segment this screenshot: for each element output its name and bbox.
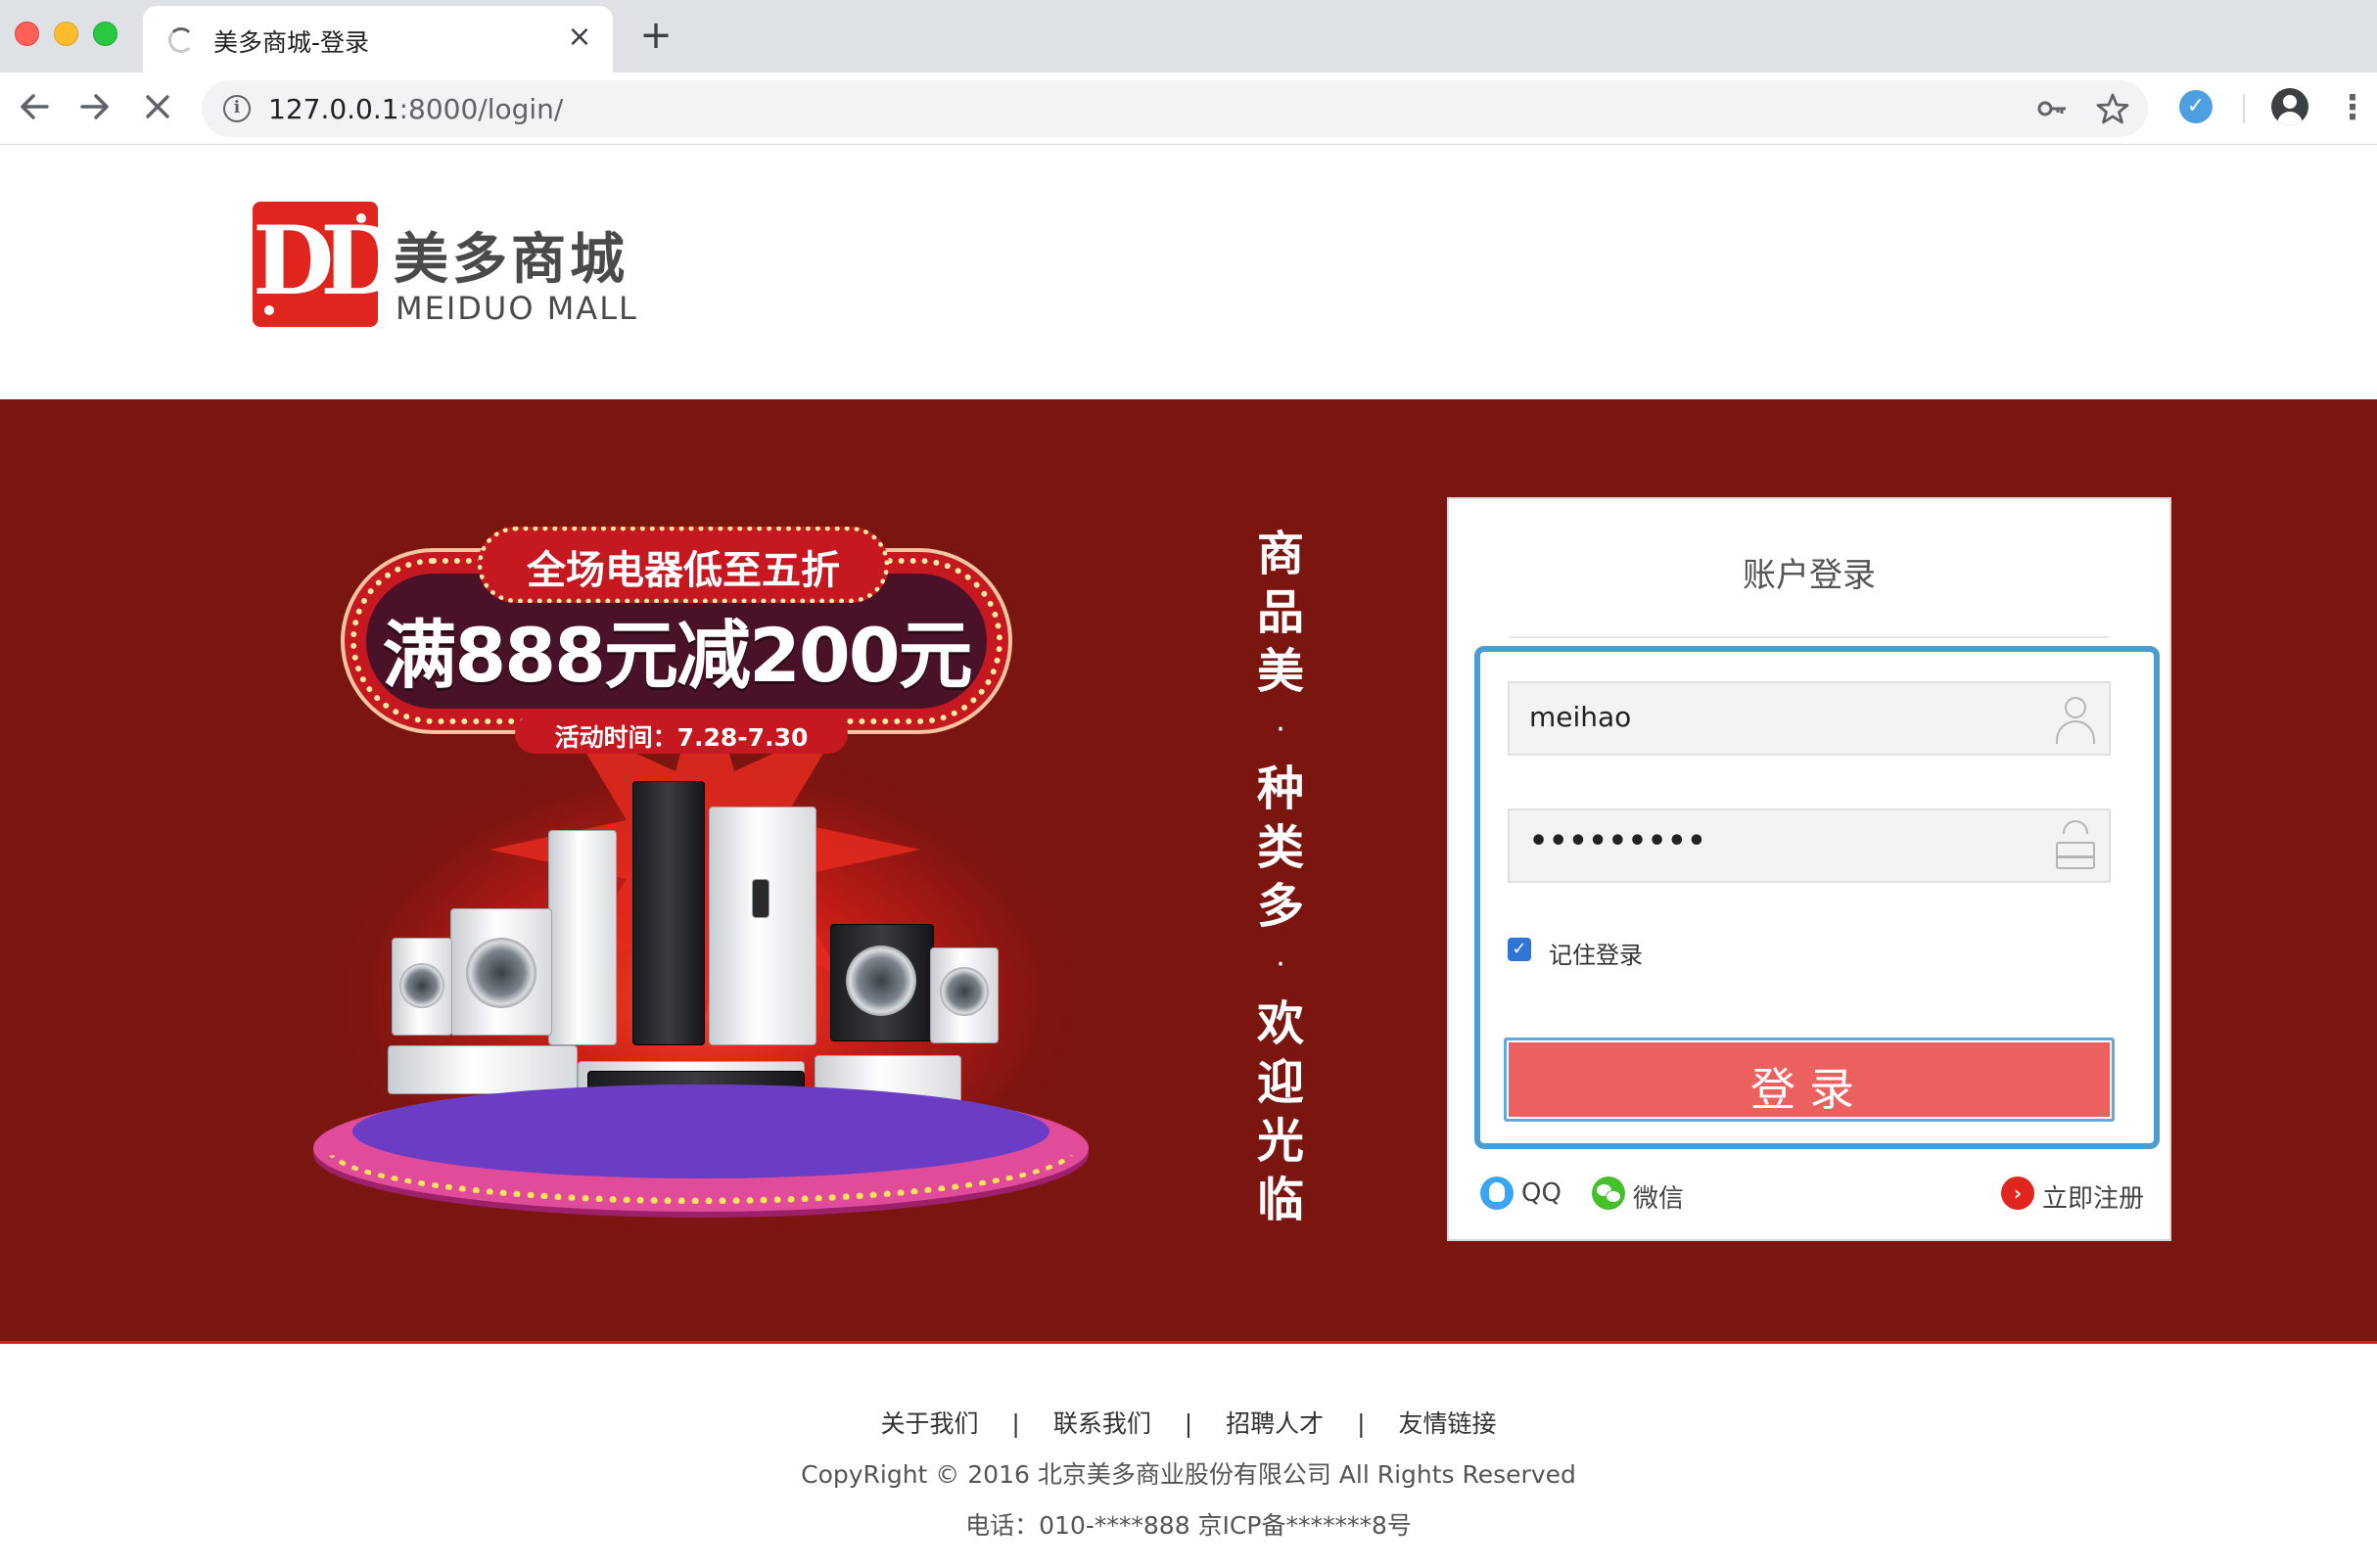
qq-icon: [1480, 1176, 1514, 1210]
slogan-char: 商: [1256, 527, 1304, 581]
slogan-char: 光: [1256, 1114, 1304, 1169]
new-tab-button[interactable]: +: [636, 16, 676, 55]
slogan-char: 类: [1256, 820, 1304, 875]
address-bar[interactable]: i 127.0.0.1:8000/login/: [202, 80, 2148, 137]
arrow-right-icon: [80, 94, 109, 119]
forward-button[interactable]: [70, 82, 119, 131]
username-input[interactable]: meihao: [1508, 681, 2111, 756]
footer-separator: |: [1357, 1409, 1366, 1438]
promo-image: 全场电器低至五折 满888元减200元 活动时间：7.28-7.30: [294, 497, 1116, 1261]
slogan-separator: ·: [1276, 947, 1285, 982]
key-icon[interactable]: [2032, 89, 2072, 128]
fridge-dispenser: [752, 879, 769, 918]
remember-checkbox[interactable]: ✓: [1508, 938, 1531, 961]
extension-icon[interactable]: ✓: [2179, 90, 2213, 123]
qq-label: QQ: [1521, 1178, 1561, 1208]
slogan-char: 临: [1256, 1173, 1304, 1227]
footer-copyright: CopyRight © 2016 北京美多商业股份有限公司 All Rights…: [801, 1460, 1576, 1489]
logo-icon[interactable]: DD: [253, 202, 378, 327]
divider: [1510, 636, 2109, 638]
promo-main-text: 满888元减200元: [382, 612, 972, 699]
promo-top-text: 全场电器低至五折: [527, 548, 840, 593]
footer-link-jobs[interactable]: 招聘人才: [1226, 1405, 1324, 1440]
site-footer: 关于我们 | 联系我们 | 招聘人才 | 友情链接 CopyRight © 20…: [0, 1341, 2377, 1568]
slogan-char: 迎: [1256, 1055, 1304, 1110]
url-path: :8000/login/: [398, 93, 564, 125]
active-tab[interactable]: 美多商城-登录 ×: [143, 6, 613, 72]
back-button[interactable]: [10, 82, 59, 131]
double-door-fridge-image: [709, 807, 816, 1045]
promo-date-text: 活动时间：7.28-7.30: [554, 723, 809, 752]
password-value: •••••••••: [1529, 824, 1707, 858]
slogan-char: 美: [1256, 644, 1304, 699]
air-conditioner-left-image: [388, 1045, 578, 1094]
fridge-image: [548, 830, 617, 1045]
dark-fridge-image: [632, 781, 705, 1045]
wechat-label: 微信: [1633, 1184, 1685, 1214]
site-header: DD 美多商城 MEIDUO MALL: [0, 145, 2377, 399]
username-value: meihao: [1529, 701, 1632, 733]
logo-chinese-name: 美多商城: [394, 228, 629, 292]
washer-door: [466, 938, 536, 1008]
kebab-menu-icon[interactable]: ⋮: [2336, 88, 2369, 127]
login-title: 账户登录: [1743, 556, 1876, 595]
slogan-char: 欢: [1256, 996, 1304, 1051]
url-text[interactable]: 127.0.0.1:8000/login/: [268, 93, 563, 125]
remember-label[interactable]: 记住登录: [1549, 936, 1643, 970]
dark-washer-door: [846, 945, 916, 1016]
user-icon: [2054, 697, 2097, 744]
window-zoom-button[interactable]: [93, 22, 117, 46]
login-form: 账户登录 meihao ••••••••• ✓ 记住登录 登录 QQ 微信 ›: [1447, 497, 2171, 1241]
url-host: 127.0.0.1: [268, 93, 399, 125]
loading-spinner-icon: [168, 27, 194, 53]
footer-link-friends[interactable]: 友情链接: [1399, 1405, 1497, 1440]
footer-separator: |: [1184, 1409, 1193, 1438]
logo-english-name: MEIDUO MALL: [396, 290, 638, 327]
password-input[interactable]: •••••••••: [1508, 808, 2111, 883]
tab-title: 美多商城-登录: [213, 28, 370, 57]
toolbar-divider: [2243, 94, 2245, 123]
slogan-char: 多: [1256, 879, 1304, 934]
footer-link-about[interactable]: 关于我们: [880, 1405, 978, 1440]
close-icon: [146, 95, 169, 118]
footer-separator: |: [1011, 1409, 1020, 1438]
stop-loading-button[interactable]: [133, 82, 182, 131]
slogan-char: 品: [1256, 585, 1304, 640]
footer-link-contact[interactable]: 联系我们: [1053, 1405, 1151, 1440]
account-circle-icon[interactable]: [2271, 88, 2308, 125]
browser-toolbar: i 127.0.0.1:8000/login/ ✓ ⋮: [0, 72, 2377, 145]
vertical-slogan: 商 品 美 · 种 类 多 · 欢 迎 光 临: [1241, 525, 1320, 1229]
window-minimize-button[interactable]: [54, 22, 78, 46]
login-button-label: 登录: [1750, 1063, 1868, 1116]
slogan-char: 种: [1256, 761, 1304, 816]
window-close-button[interactable]: [15, 22, 39, 46]
right-washer-door: [940, 967, 989, 1016]
login-button[interactable]: 登录: [1504, 1038, 2115, 1122]
lock-icon: [2056, 820, 2095, 869]
browser-tab-strip: 美多商城-登录 × +: [0, 0, 2377, 72]
star-icon[interactable]: [2093, 89, 2132, 128]
footer-links: 关于我们 | 联系我们 | 招聘人才 | 友情链接: [0, 1405, 2377, 1440]
login-banner: 全场电器低至五折 满888元减200元 活动时间：7.28-7.30 商 品 美…: [0, 399, 2377, 1341]
wechat-icon: [1592, 1176, 1625, 1210]
arrow-left-icon: [21, 94, 49, 119]
info-icon[interactable]: i: [223, 95, 251, 122]
slogan-separator: ·: [1276, 713, 1285, 747]
footer-phone: 电话：010-****888 京ICP备*******8号: [965, 1511, 1412, 1540]
small-washer-door: [399, 963, 444, 1008]
register-label: 立即注册: [2042, 1184, 2145, 1214]
chevron-right-icon: ›: [2001, 1176, 2034, 1210]
tab-close-button[interactable]: ×: [562, 20, 597, 55]
